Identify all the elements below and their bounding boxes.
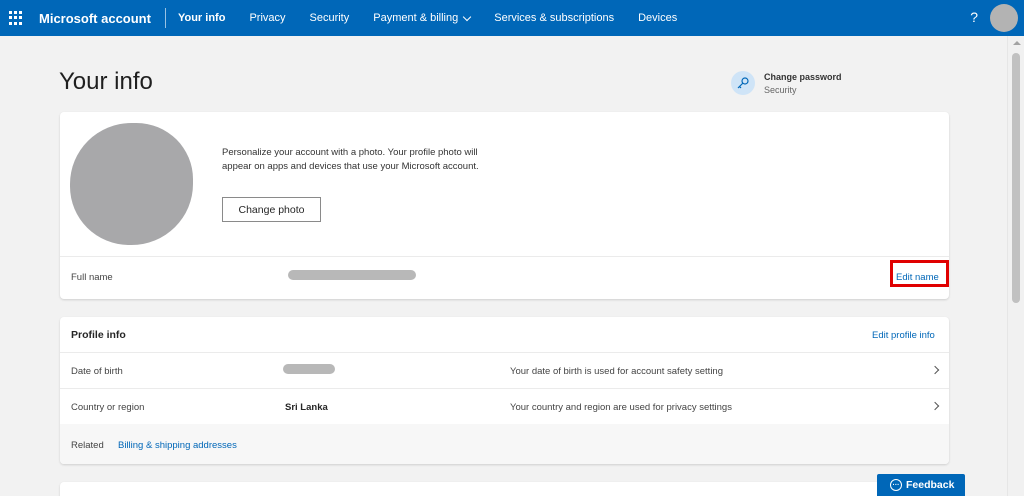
nav-label: Security — [309, 12, 350, 24]
country-region-value: Sri Lanka — [285, 402, 328, 413]
chevron-right-icon[interactable] — [930, 401, 940, 411]
change-photo-button[interactable]: Change photo — [222, 197, 321, 222]
feedback-label: Feedback — [906, 479, 955, 491]
nav-your-info[interactable]: Your info — [178, 12, 225, 24]
feedback-button[interactable]: ··· Feedback — [877, 474, 965, 496]
row-divider — [60, 352, 949, 353]
profile-photo-card: Personalize your account with a photo. Y… — [60, 112, 949, 299]
scroll-thumb[interactable] — [1012, 53, 1020, 303]
nav-privacy[interactable]: Privacy — [249, 12, 285, 24]
help-icon[interactable]: ? — [970, 9, 978, 25]
brand-title[interactable]: Microsoft account — [39, 11, 151, 26]
row-divider — [60, 256, 949, 257]
profile-info-heading: Profile info — [71, 329, 126, 341]
row-divider — [60, 388, 949, 389]
photo-description: Personalize your account with a photo. Y… — [222, 147, 479, 172]
country-region-label: Country or region — [71, 402, 145, 413]
chevron-down-icon — [463, 12, 472, 21]
edit-name-highlight — [890, 260, 949, 287]
edit-profile-info-link[interactable]: Edit profile info — [872, 330, 935, 341]
key-icon[interactable] — [731, 71, 755, 95]
avatar[interactable] — [990, 4, 1018, 32]
nav-payment-billing[interactable]: Payment & billing — [373, 12, 472, 24]
related-label: Related — [71, 440, 104, 451]
date-of-birth-note: Your date of birth is used for account s… — [510, 366, 723, 377]
nav-services-subscriptions[interactable]: Services & subscriptions — [494, 12, 614, 24]
feedback-icon: ··· — [890, 479, 902, 491]
billing-shipping-link[interactable]: Billing & shipping addresses — [118, 440, 237, 451]
date-of-birth-value-redacted — [283, 364, 335, 374]
nav-security[interactable]: Security — [310, 12, 350, 24]
page-title: Your info — [59, 68, 153, 95]
nav-label: Devices — [638, 12, 678, 24]
nav-devices[interactable]: Devices — [638, 12, 677, 24]
profile-photo — [70, 123, 193, 245]
date-of-birth-label: Date of birth — [71, 366, 123, 377]
app-launcher-icon[interactable] — [9, 11, 23, 25]
change-password-subtitle: Security — [764, 85, 797, 95]
nav-divider — [164, 8, 166, 28]
next-card — [60, 482, 949, 496]
country-region-note: Your country and region are used for pri… — [510, 402, 732, 413]
scroll-up-icon[interactable] — [1013, 41, 1021, 45]
nav-label: Your info — [177, 12, 226, 24]
nav-label: Payment & billing — [373, 12, 459, 24]
profile-info-card: Profile info Edit profile info Date of b… — [60, 317, 949, 464]
nav-label: Privacy — [249, 12, 286, 24]
top-nav-bar: Microsoft account Your info Privacy Secu… — [0, 0, 1024, 36]
change-password-link[interactable]: Change password — [764, 72, 842, 82]
scrollbar[interactable] — [1007, 36, 1024, 496]
chevron-right-icon[interactable] — [930, 365, 940, 375]
full-name-label: Full name — [71, 272, 113, 283]
full-name-value-redacted — [288, 270, 416, 280]
nav-label: Services & subscriptions — [494, 12, 615, 24]
